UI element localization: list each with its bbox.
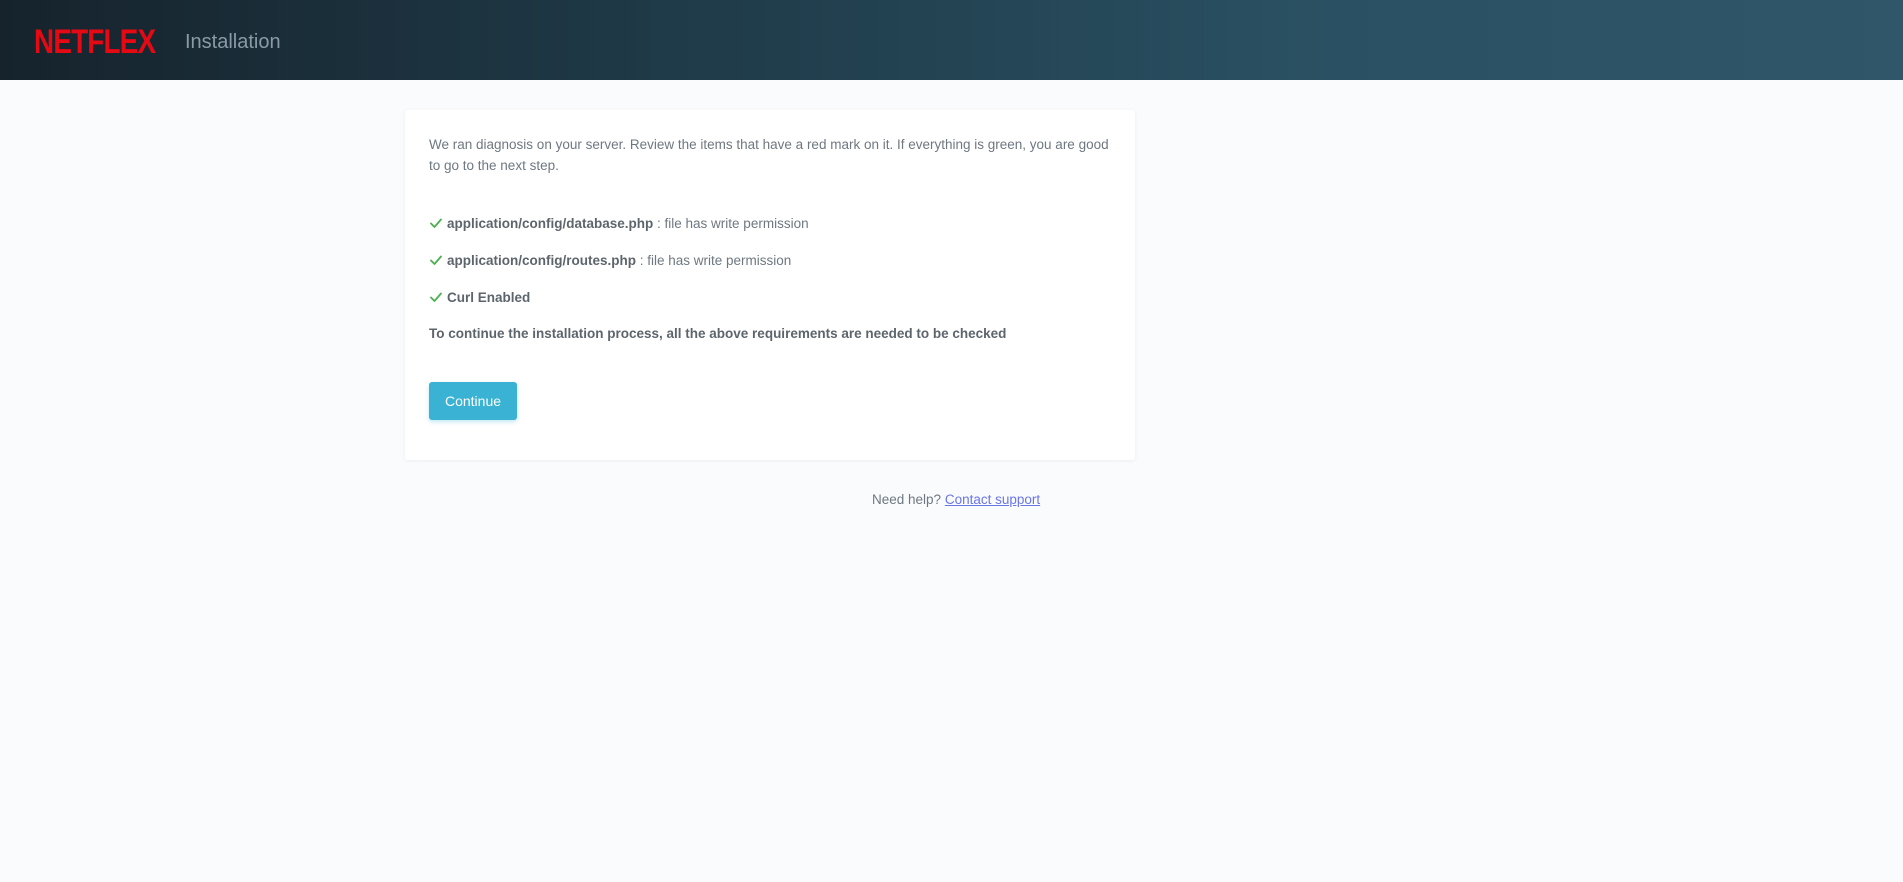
continue-button[interactable]: Continue xyxy=(429,382,517,420)
diagnosis-card: We ran diagnosis on your server. Review … xyxy=(405,110,1135,460)
check-item-label: application/config/routes.php xyxy=(447,253,636,268)
check-icon xyxy=(430,292,442,302)
netflex-logo[interactable]: NETFLEX xyxy=(34,24,156,60)
diagnosis-intro-text: We ran diagnosis on your server. Review … xyxy=(429,137,1109,173)
check-item-detail: : file has write permission xyxy=(636,253,792,268)
check-item-detail: : file has write permission xyxy=(653,216,809,231)
check-item-curl: Curl Enabled xyxy=(429,288,530,308)
requirement-note: To continue the installation process, al… xyxy=(429,326,1007,341)
contact-support-link[interactable]: Contact support xyxy=(945,492,1040,507)
page-title: Installation xyxy=(185,31,281,53)
help-section: Need help? Contact support xyxy=(872,490,1040,510)
check-item-label: application/config/database.php xyxy=(447,216,654,231)
help-text: Need help? xyxy=(872,492,942,507)
check-item-routes: application/config/routes.php : file has… xyxy=(429,251,791,271)
check-item-label: Curl Enabled xyxy=(447,290,531,305)
check-icon xyxy=(430,255,442,265)
check-icon xyxy=(430,218,442,228)
check-item-database: application/config/database.php : file h… xyxy=(429,214,809,234)
top-header: NETFLEX Installation xyxy=(0,0,1903,80)
